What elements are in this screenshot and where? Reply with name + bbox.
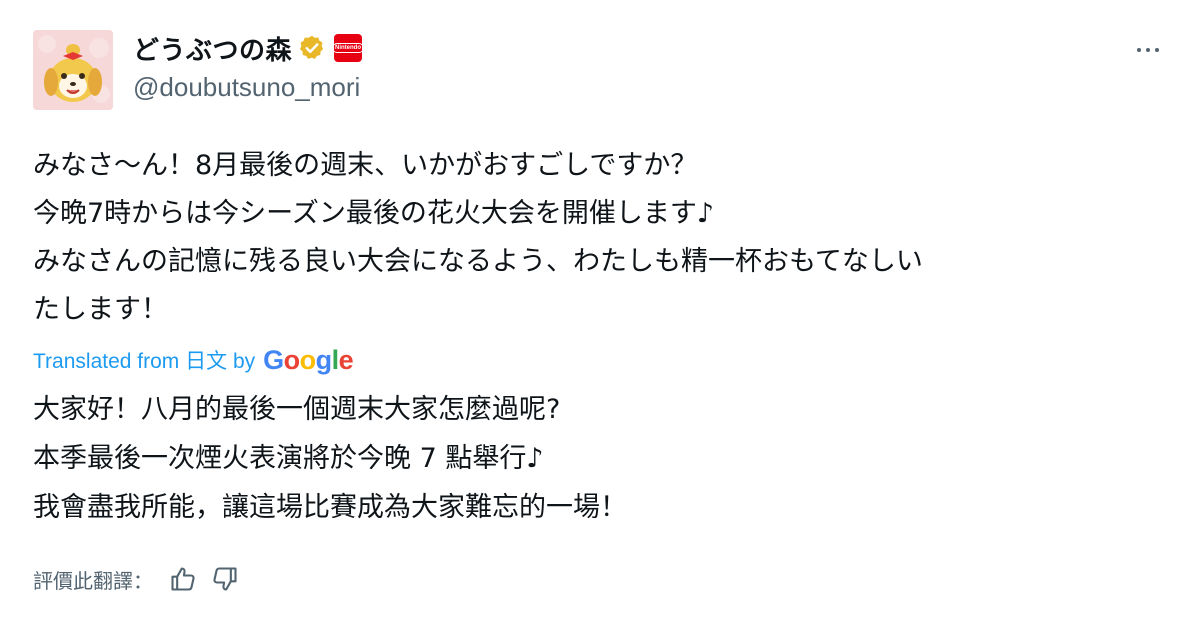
more-dot-icon [1155, 48, 1159, 52]
thumbs-down-icon[interactable] [209, 563, 241, 595]
nintendo-affiliate-badge[interactable]: Nintendo [332, 34, 365, 62]
translated-text: 大家好！八月的最後一個週末大家怎麼過呢? 本季最後一次煙火表演將於今晚 7 點舉… [33, 394, 627, 523]
more-dot-icon [1137, 48, 1141, 52]
gold-verified-badge-icon[interactable] [298, 34, 326, 62]
nintendo-logo-text: Nintendo [332, 43, 365, 53]
isabelle-avatar-image [33, 30, 113, 110]
post-text: みなさ〜ん！8月最後の週末、いかがおすごしですか？ 今晩7時からは今シーズン最後… [33, 150, 923, 325]
translation-attribution[interactable]: Translated from 日文 by Google [33, 342, 354, 378]
thumbs-up-icon[interactable] [167, 563, 199, 595]
avatar[interactable] [33, 30, 113, 110]
display-name[interactable]: どうぶつの森 [133, 30, 292, 67]
author-name-row: どうぶつの森 Nintendo [133, 30, 365, 67]
user-handle[interactable]: @doubutsuno_mori [133, 72, 360, 103]
more-dot-icon [1146, 48, 1150, 52]
translated-from-label[interactable]: Translated from 日文 by [33, 345, 255, 375]
rate-translation-label: 評價此翻譯： [33, 568, 153, 593]
rate-translation-row: 評價此翻譯： [33, 561, 241, 597]
google-logo: Google [263, 344, 354, 375]
more-options-button[interactable] [1130, 38, 1166, 62]
